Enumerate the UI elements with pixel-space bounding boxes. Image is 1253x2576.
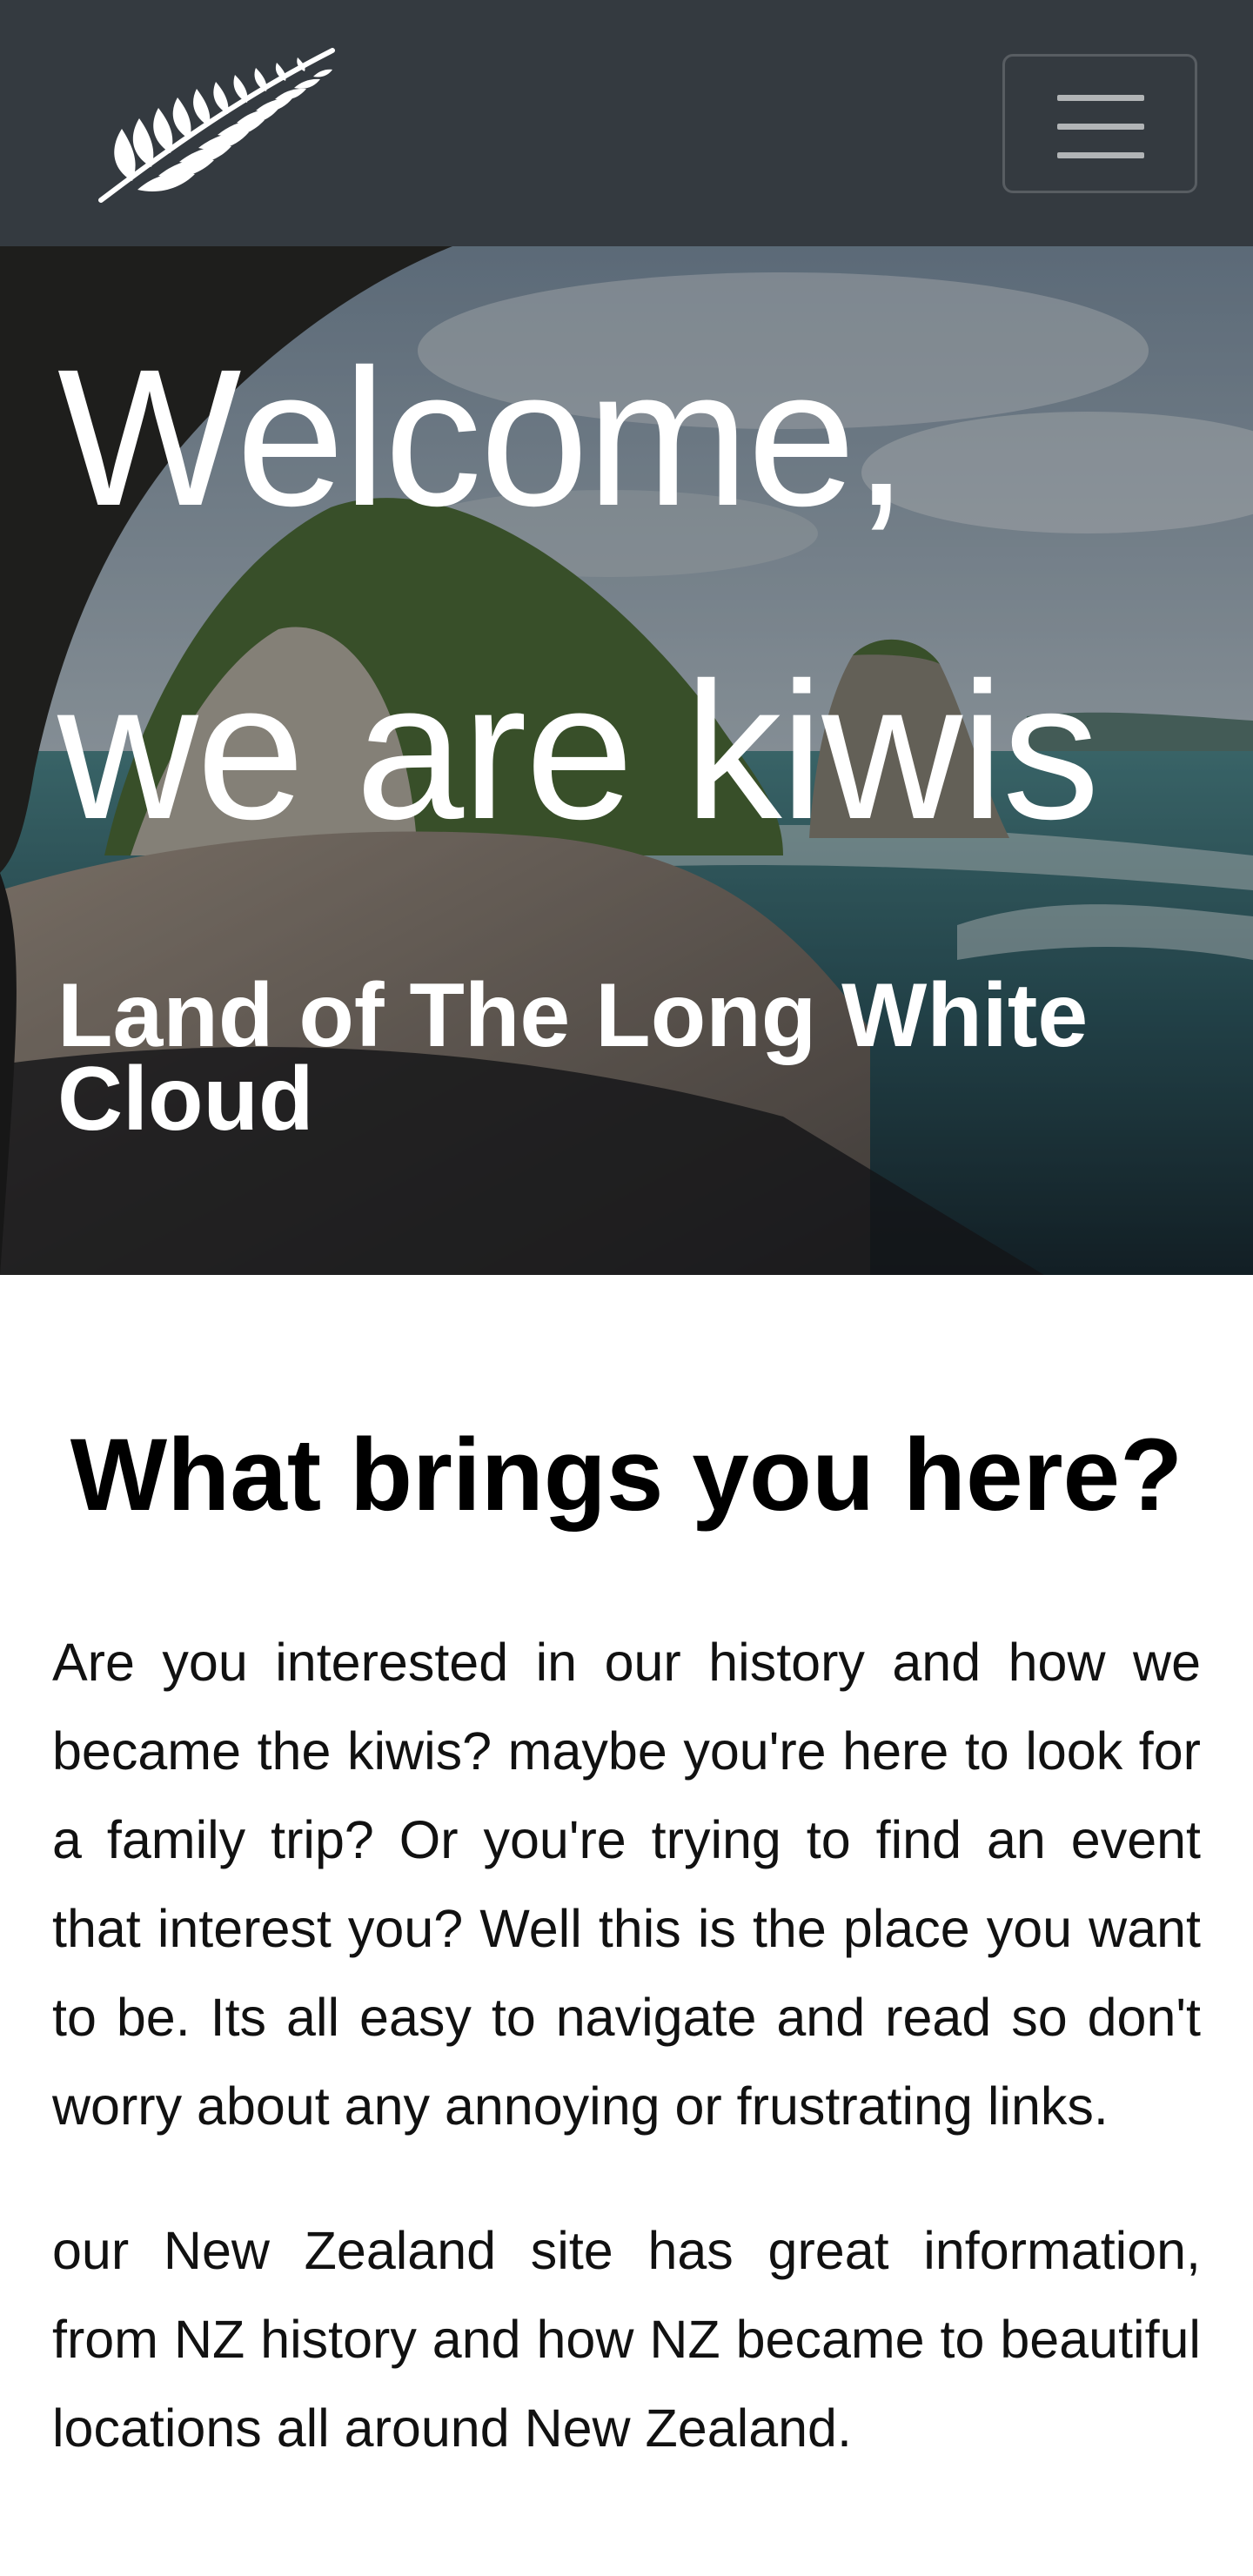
intro-paragraph-2: our New Zealand site has great informati… — [52, 2221, 1201, 2458]
hero-title-line-1: Welcome, — [57, 329, 908, 547]
intro-section: What brings you here? Are you interested… — [52, 1275, 1201, 2472]
intro-paragraph-1: Are you interested in our history and ho… — [52, 1633, 1201, 2136]
hero-subtitle: Land of The Long White Cloud — [57, 965, 1089, 1150]
hero-banner: Welcome, we are kiwis Land of The Long W… — [0, 246, 1253, 1275]
menu-toggle-button[interactable] — [1002, 54, 1197, 193]
hero-title-line-2: we are kiwis — [57, 642, 1100, 860]
section-heading: What brings you here? — [70, 1418, 1183, 1533]
navbar — [0, 0, 1253, 246]
silver-fern-icon — [98, 48, 335, 203]
brand-logo-link[interactable] — [97, 45, 341, 205]
hero-title: Welcome, we are kiwis — [57, 281, 1223, 908]
